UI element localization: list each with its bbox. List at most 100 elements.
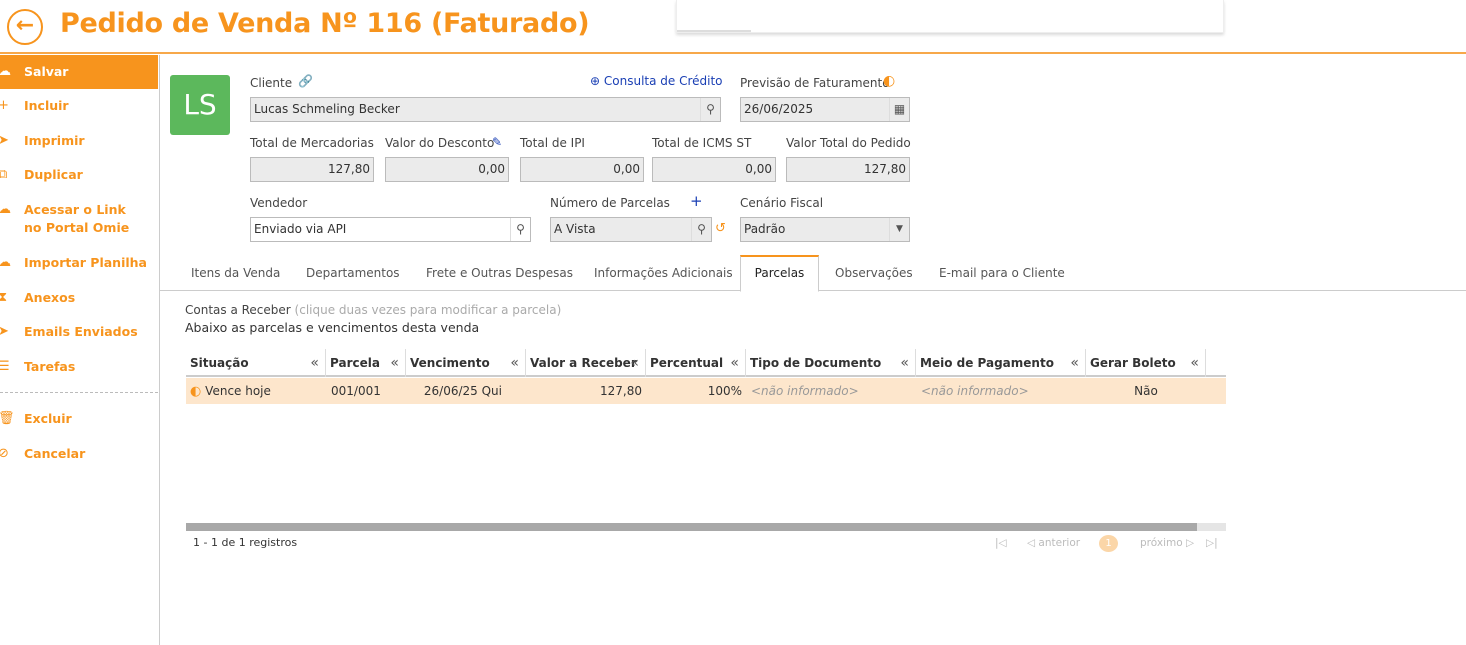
sidebar-item-salvar[interactable]: ☁ Salvar — [0, 55, 158, 89]
column-label: Gerar Boleto — [1090, 356, 1176, 370]
situacao-value: Vence hoje — [205, 384, 271, 398]
collapse-icon[interactable]: « — [900, 349, 909, 377]
total-icms-st-field: 0,00 — [652, 157, 776, 182]
add-plus-icon[interactable]: + — [690, 192, 703, 210]
tab-observacoes[interactable]: Observações — [825, 255, 923, 291]
sidebar-item-portal-link[interactable]: ☁ Acessar o Link no Portal Omie — [0, 201, 158, 237]
collapse-icon[interactable]: « — [630, 349, 639, 377]
total-ipi-field: 0,00 — [520, 157, 644, 182]
cancel-icon: ⊘ — [0, 446, 9, 461]
sidebar-item-imprimir[interactable]: ➤ Imprimir — [0, 132, 158, 150]
half-circle-status-icon: ◐ — [883, 73, 896, 89]
plus-icon: + — [0, 98, 9, 113]
num-parcelas-field[interactable]: A Vista ⚲ — [550, 217, 712, 242]
next-label: próximo — [1140, 537, 1183, 549]
column-header-tipo-documento[interactable]: Tipo de Documento « — [746, 349, 916, 377]
tab-frete[interactable]: Frete e Outras Despesas — [416, 255, 583, 291]
column-header-situacao[interactable]: Situação « — [186, 349, 326, 377]
chevron-left-icon: ◁ — [1027, 537, 1036, 549]
vendedor-value: Enviado via API — [254, 222, 347, 236]
num-parcelas-label: Número de Parcelas — [550, 196, 670, 210]
cenario-fiscal-label: Cenário Fiscal — [740, 196, 824, 210]
collapse-icon[interactable]: « — [1070, 349, 1079, 377]
column-header-percentual[interactable]: Percentual « — [646, 349, 746, 377]
collapse-icon[interactable]: « — [390, 349, 399, 377]
tab-parcelas[interactable]: Parcelas — [740, 255, 819, 292]
cell-meio-pagamento: <não informado> — [921, 384, 1029, 398]
column-label: Meio de Pagamento — [920, 356, 1054, 370]
column-label: Valor a Receber — [530, 356, 637, 370]
tab-informacoes-adicionais[interactable]: Informações Adicionais — [584, 255, 743, 291]
valor-desconto-field: 0,00 — [385, 157, 509, 182]
sidebar-item-label-line2: no Portal Omie — [24, 220, 130, 235]
sidebar-item-label: Cancelar — [24, 446, 86, 461]
sidebar-item-cancelar[interactable]: ⊘ Cancelar — [0, 445, 158, 463]
cell-gerar-boleto: Não — [1134, 384, 1158, 398]
search-icon[interactable]: ⚲ — [510, 218, 530, 241]
prev-page-button[interactable]: ◁ anterior — [1027, 534, 1080, 552]
half-circle-status-icon: ◐ — [190, 384, 202, 399]
search-icon[interactable]: ⚲ — [700, 98, 720, 121]
sidebar-item-label: Emails Enviados — [24, 324, 138, 339]
column-header-valor[interactable]: Valor a Receber « — [526, 349, 646, 377]
sidebar-item-tarefas[interactable]: ☰ Tarefas — [0, 358, 158, 376]
previsao-field[interactable]: 26/06/2025 ▦ — [740, 97, 910, 122]
sidebar-item-anexos[interactable]: ⧗ Anexos — [0, 289, 158, 307]
client-avatar: LS — [170, 75, 230, 135]
table-row[interactable]: ◐ Vence hoje 001/001 26/06/25 Qui 127,80… — [186, 378, 1226, 404]
cloud-upload-icon: ☁ — [0, 255, 11, 270]
tab-bar: Itens da Venda Departamentos Frete e Out… — [160, 255, 1466, 292]
sidebar-item-duplicar[interactable]: ⧉ Duplicar — [0, 166, 158, 184]
list-icon: ☰ — [0, 359, 10, 374]
collapse-icon[interactable]: « — [1190, 349, 1199, 377]
current-page-badge[interactable]: 1 — [1099, 535, 1118, 552]
refresh-icon[interactable]: ↺ — [715, 221, 726, 236]
total-mercadorias-label: Total de Mercadorias — [250, 136, 374, 150]
cell-valor: 127,80 — [600, 384, 642, 398]
chevron-down-icon[interactable]: ▼ — [889, 218, 909, 241]
search-icon[interactable]: ⚲ — [691, 218, 711, 241]
tab-itens-da-venda[interactable]: Itens da Venda — [181, 255, 290, 291]
sidebar-item-emails-enviados[interactable]: ➤ Emails Enviados — [0, 323, 158, 341]
sidebar-item-label: Imprimir — [24, 133, 85, 148]
column-header-meio-pagamento[interactable]: Meio de Pagamento « — [916, 349, 1086, 377]
tab-departamentos[interactable]: Departamentos — [296, 255, 410, 291]
section-title: Contas a Receber (clique duas vezes para… — [185, 303, 561, 317]
sidebar-item-label: Duplicar — [24, 167, 83, 182]
sidebar-item-importar-planilha[interactable]: ☁ Importar Planilha — [0, 254, 158, 272]
column-label: Tipo de Documento — [750, 356, 882, 370]
sidebar: ☁ Salvar + Incluir ➤ Imprimir ⧉ Duplicar… — [0, 55, 160, 645]
column-header-parcela[interactable]: Parcela « — [326, 349, 406, 377]
collapse-icon[interactable]: « — [730, 349, 739, 377]
vendedor-field[interactable]: Enviado via API ⚲ — [250, 217, 531, 242]
sidebar-item-excluir[interactable]: 🗑 Excluir — [0, 410, 158, 428]
section-subtitle: Abaixo as parcelas e vencimentos desta v… — [185, 320, 480, 335]
collapse-icon[interactable]: « — [310, 349, 319, 377]
collapse-icon[interactable]: « — [510, 349, 519, 377]
page-title: Pedido de Venda Nº 116 (Faturado) — [60, 8, 590, 39]
last-page-icon[interactable]: ▷| — [1206, 534, 1218, 552]
tab-email-cliente[interactable]: E-mail para o Cliente — [929, 255, 1075, 291]
paperclip-icon: ⧗ — [0, 290, 8, 305]
cliente-field[interactable]: Lucas Schmeling Becker ⚲ — [250, 97, 721, 122]
cloud-icon: ☁ — [0, 64, 11, 79]
next-page-button[interactable]: próximo ▷ — [1140, 534, 1194, 552]
first-page-icon[interactable]: |◁ — [995, 534, 1007, 552]
horizontal-scrollbar[interactable] — [186, 523, 1226, 531]
record-count: 1 - 1 de 1 registros — [193, 536, 298, 549]
cell-vencimento: 26/06/25 Qui — [423, 384, 502, 398]
column-label: Parcela — [330, 356, 380, 370]
column-header-gerar-boleto[interactable]: Gerar Boleto « — [1086, 349, 1206, 377]
back-arrow-icon[interactable]: ← — [7, 9, 43, 45]
sidebar-item-label: Incluir — [24, 98, 69, 113]
cell-parcela: 001/001 — [331, 384, 381, 398]
scrollbar-thumb[interactable] — [186, 523, 1197, 531]
edit-pencil-icon[interactable]: ✎ — [492, 135, 502, 149]
cenario-fiscal-select[interactable]: Padrão ▼ — [740, 217, 910, 242]
cell-tipo-documento: <não informado> — [751, 384, 859, 398]
calendar-icon[interactable]: ▦ — [889, 98, 909, 121]
consulta-credito-link[interactable]: ⊕ Consulta de Crédito — [590, 74, 723, 88]
sidebar-item-incluir[interactable]: + Incluir — [0, 97, 158, 115]
column-header-vencimento[interactable]: Vencimento « — [406, 349, 526, 377]
link-icon[interactable]: 🔗 — [298, 74, 313, 88]
